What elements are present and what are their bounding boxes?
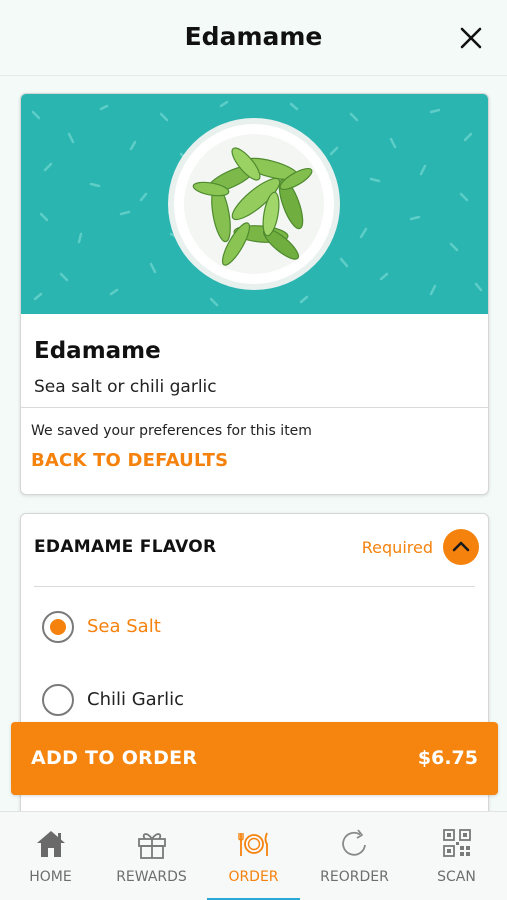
item-title: Edamame (34, 338, 161, 364)
chevron-up-icon (452, 541, 470, 552)
back-to-defaults-link[interactable]: BACK TO DEFAULTS (31, 450, 228, 471)
tab-reorder[interactable]: REORDER (304, 812, 405, 900)
divider (21, 407, 488, 408)
required-label: Required (361, 538, 433, 557)
reorder-icon (342, 829, 366, 856)
close-icon (460, 27, 482, 49)
qr-code-icon (443, 829, 471, 857)
item-card: Edamame Sea salt or chili garlic We save… (20, 93, 489, 495)
tab-label: REORDER (320, 869, 389, 885)
gift-icon (138, 833, 166, 859)
flavor-section-title: EDAMAME FLAVOR (34, 537, 217, 557)
item-description: Sea salt or chili garlic (34, 377, 217, 397)
tab-label: HOME (29, 869, 72, 885)
preferences-note: We saved your preferences for this item (31, 423, 312, 439)
header: Edamame (0, 0, 507, 76)
option-chili-garlic[interactable]: Chili Garlic (42, 684, 462, 718)
item-image (21, 94, 488, 314)
tab-scan[interactable]: SCAN (406, 812, 507, 900)
option-sea-salt[interactable]: Sea Salt (42, 611, 462, 645)
tab-label: SCAN (437, 869, 476, 885)
tab-label: ORDER (228, 869, 279, 885)
plate-cutlery-icon (238, 832, 268, 856)
divider (34, 586, 475, 587)
radio-button-selected[interactable] (42, 611, 74, 643)
radio-button[interactable] (42, 684, 74, 716)
collapse-button[interactable] (443, 529, 479, 565)
option-label: Sea Salt (87, 616, 161, 637)
tab-order[interactable]: ORDER (203, 812, 304, 900)
add-to-order-label: ADD TO ORDER (31, 747, 198, 769)
edamame-bowl-image (31, 100, 483, 307)
option-label: Chili Garlic (87, 689, 184, 710)
bottom-tab-bar: HOME REWARDS ORDER REORDER SCAN (0, 811, 507, 900)
tab-home[interactable]: HOME (0, 812, 101, 900)
order-price: $6.75 (417, 747, 478, 769)
close-button[interactable] (457, 24, 485, 52)
add-to-order-button[interactable]: ADD TO ORDER $6.75 (11, 722, 498, 795)
home-icon (37, 831, 65, 857)
tab-label: REWARDS (116, 869, 187, 885)
page-title: Edamame (184, 22, 323, 51)
tab-rewards[interactable]: REWARDS (101, 812, 202, 900)
